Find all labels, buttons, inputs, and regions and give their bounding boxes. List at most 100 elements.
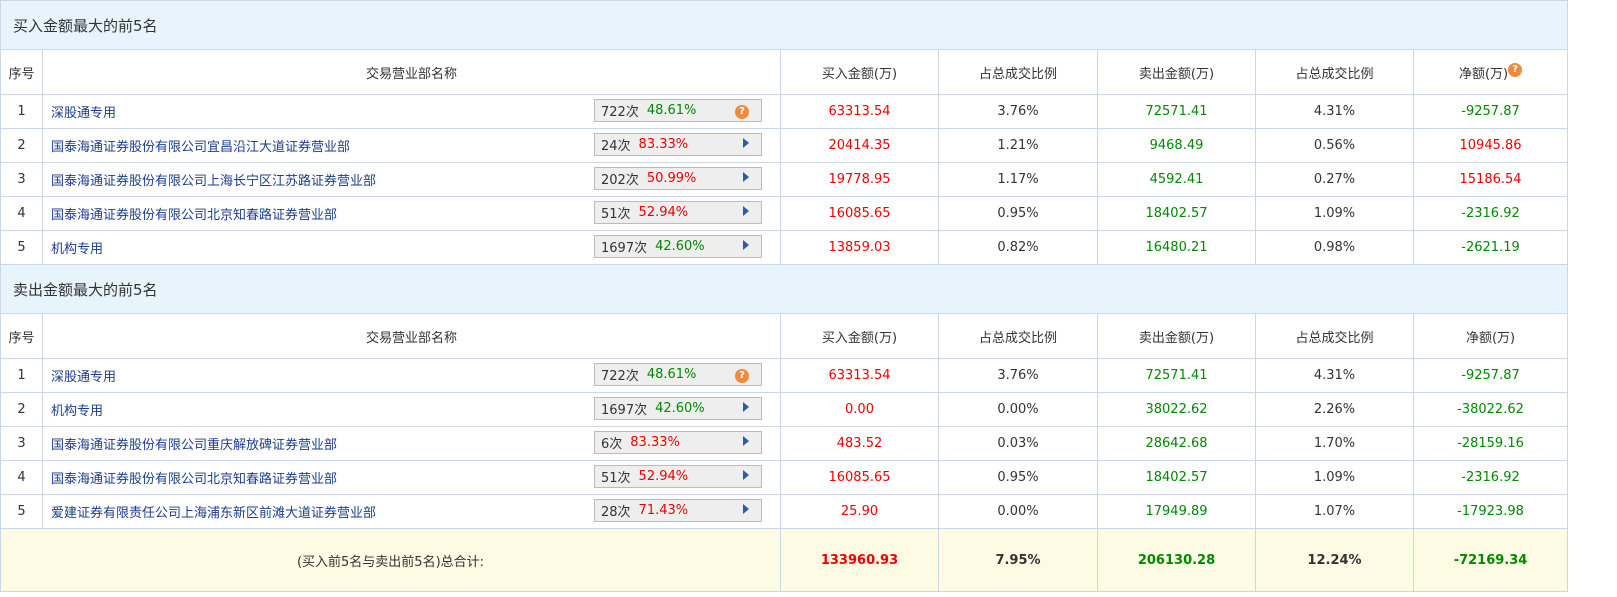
sell-amount: 17949.89 [1097,494,1256,529]
table-row: 1 深股通专用 722次 48.61%? 63313.54 3.76% 72571… [0,94,1569,129]
branch-name-link[interactable]: 深股通专用 [51,370,116,385]
col-buy: 买入金额(万) [780,313,939,359]
sell-ratio: 0.98% [1255,230,1414,265]
branch-name-link[interactable]: 机构专用 [51,242,103,257]
sell-ratio: 2.26% [1255,392,1414,427]
count: 51次 [601,471,631,486]
branch-name-link[interactable]: 国泰海通证券股份有限公司上海长宁区江苏路证券营业部 [51,174,376,189]
branch-cell: 国泰海通证券股份有限公司重庆解放碑证券营业部 6次 83.33% [42,426,781,461]
buy-ratio: 0.95% [938,460,1098,495]
table-row: 1 深股通专用 722次 48.61%? 63313.54 3.76% 72571… [0,358,1569,393]
total-label: (买入前5名与卖出前5名)总合计: [0,528,781,592]
col-buy-ratio: 占总成交比例 [938,49,1098,95]
seq: 3 [0,426,43,461]
branch-stats-badge[interactable]: 28次 71.43% [594,499,762,522]
total-buy: 133960.93 [780,528,939,592]
expand-arrow-icon[interactable] [743,240,749,250]
help-icon[interactable]: ? [735,104,749,119]
sell-ratio: 0.27% [1255,162,1414,197]
count: 202次 [601,173,639,188]
net-amount: 10945.86 [1412,128,1569,163]
sell-ratio: 1.70% [1255,426,1414,461]
branch-cell: 国泰海通证券股份有限公司上海长宁区江苏路证券营业部 202次 50.99% [42,162,781,197]
col-buy-ratio: 占总成交比例 [938,313,1098,359]
seq: 1 [0,358,43,393]
seq: 5 [0,494,43,529]
branch-stats-badge[interactable]: 51次 52.94% [594,201,762,224]
branch-stats-badge[interactable]: 202次 50.99% [594,167,762,190]
branch-stats-badge[interactable]: 24次 83.33% [594,133,762,156]
branch-stats-badge[interactable]: 722次 48.61%? [594,363,762,386]
col-net: 净额(万) [1412,313,1569,359]
branch-name-link[interactable]: 国泰海通证券股份有限公司宜昌沿江大道证券营业部 [51,140,350,155]
buy-amount: 63313.54 [780,94,939,129]
section-title-row: 买入金额最大的前5名 [0,0,1569,50]
table-row: 3 国泰海通证券股份有限公司重庆解放碑证券营业部 6次 83.33% 483.52… [0,426,1569,461]
col-seq: 序号 [0,49,43,95]
count: 24次 [601,139,631,154]
branch-cell: 国泰海通证券股份有限公司北京知春路证券营业部 51次 52.94% [42,460,781,495]
branch-cell: 国泰海通证券股份有限公司宜昌沿江大道证券营业部 24次 83.33% [42,128,781,163]
buy-ratio: 3.76% [938,358,1098,393]
table-row: 3 国泰海通证券股份有限公司上海长宁区江苏路证券营业部 202次 50.99% 1… [0,162,1569,197]
dragon-tiger-table: 买入金额最大的前5名 序号 交易营业部名称 买入金额(万) 占总成交比例 卖出金… [0,0,1569,592]
branch-name-link[interactable]: 国泰海通证券股份有限公司重庆解放碑证券营业部 [51,438,337,453]
win-rate: 83.33% [630,435,680,450]
sell-amount: 18402.57 [1097,460,1256,495]
expand-arrow-icon[interactable] [743,172,749,182]
count: 6次 [601,437,623,452]
total-row: (买入前5名与卖出前5名)总合计: 133960.93 7.95% 206130… [0,528,1569,592]
buy-ratio: 0.95% [938,196,1098,231]
help-icon[interactable]: ? [1508,62,1523,77]
branch-name-link[interactable]: 爱建证券有限责任公司上海浦东新区前滩大道证券营业部 [51,506,376,521]
sell-amount: 72571.41 [1097,358,1256,393]
branch-name-link[interactable]: 机构专用 [51,404,103,419]
branch-name-link[interactable]: 深股通专用 [51,106,116,121]
col-net: 净额(万)? [1412,49,1569,95]
branch-cell: 深股通专用 722次 48.61%? [42,94,781,129]
seq: 1 [0,94,43,129]
col-sell-ratio: 占总成交比例 [1255,313,1414,359]
help-icon[interactable]: ? [735,368,749,383]
win-rate: 48.61% [646,103,697,118]
expand-arrow-icon[interactable] [743,504,749,514]
branch-stats-badge[interactable]: 1697次 42.60% [594,397,762,420]
branch-stats-badge[interactable]: 51次 52.94% [594,465,762,488]
branch-name-link[interactable]: 国泰海通证券股份有限公司北京知春路证券营业部 [51,208,337,223]
expand-arrow-icon[interactable] [743,138,749,148]
col-sell-ratio: 占总成交比例 [1255,49,1414,95]
branch-cell: 机构专用 1697次 42.60% [42,230,781,265]
col-sell: 卖出金额(万) [1097,49,1256,95]
total-sell-ratio: 12.24% [1255,528,1414,592]
branch-stats-badge[interactable]: 1697次 42.60% [594,235,762,258]
win-rate: 42.60% [655,239,705,254]
win-rate: 83.33% [638,137,689,152]
branch-cell: 爱建证券有限责任公司上海浦东新区前滩大道证券营业部 28次 71.43% [42,494,781,529]
net-amount: -2316.92 [1412,460,1569,495]
seq: 3 [0,162,43,197]
branch-stats-badge[interactable]: 6次 83.33% [594,431,762,454]
table-row: 2 机构专用 1697次 42.60% 0.00 0.00% 38022.62 2… [0,392,1569,427]
buy-ratio: 0.82% [938,230,1098,265]
section-title: 卖出金额最大的前5名 [0,264,1569,314]
expand-arrow-icon[interactable] [743,470,749,480]
sell-amount: 18402.57 [1097,196,1256,231]
win-rate: 42.60% [655,401,705,416]
count: 51次 [601,207,631,222]
net-amount: -2621.19 [1412,230,1569,265]
branch-cell: 机构专用 1697次 42.60% [42,392,781,427]
branch-stats-badge[interactable]: 722次 48.61%? [594,99,762,122]
section-title-row: 卖出金额最大的前5名 [0,264,1569,314]
sell-ratio: 4.31% [1255,94,1414,129]
col-name: 交易营业部名称 [42,49,781,95]
count: 28次 [601,505,631,520]
expand-arrow-icon[interactable] [743,206,749,216]
table-row: 4 国泰海通证券股份有限公司北京知春路证券营业部 51次 52.94% 16085… [0,196,1569,231]
sell-amount: 72571.41 [1097,94,1256,129]
sell-amount: 28642.68 [1097,426,1256,461]
expand-arrow-icon[interactable] [743,402,749,412]
sell-ratio: 1.07% [1255,494,1414,529]
expand-arrow-icon[interactable] [743,436,749,446]
buy-amount: 483.52 [780,426,939,461]
branch-name-link[interactable]: 国泰海通证券股份有限公司北京知春路证券营业部 [51,472,337,487]
